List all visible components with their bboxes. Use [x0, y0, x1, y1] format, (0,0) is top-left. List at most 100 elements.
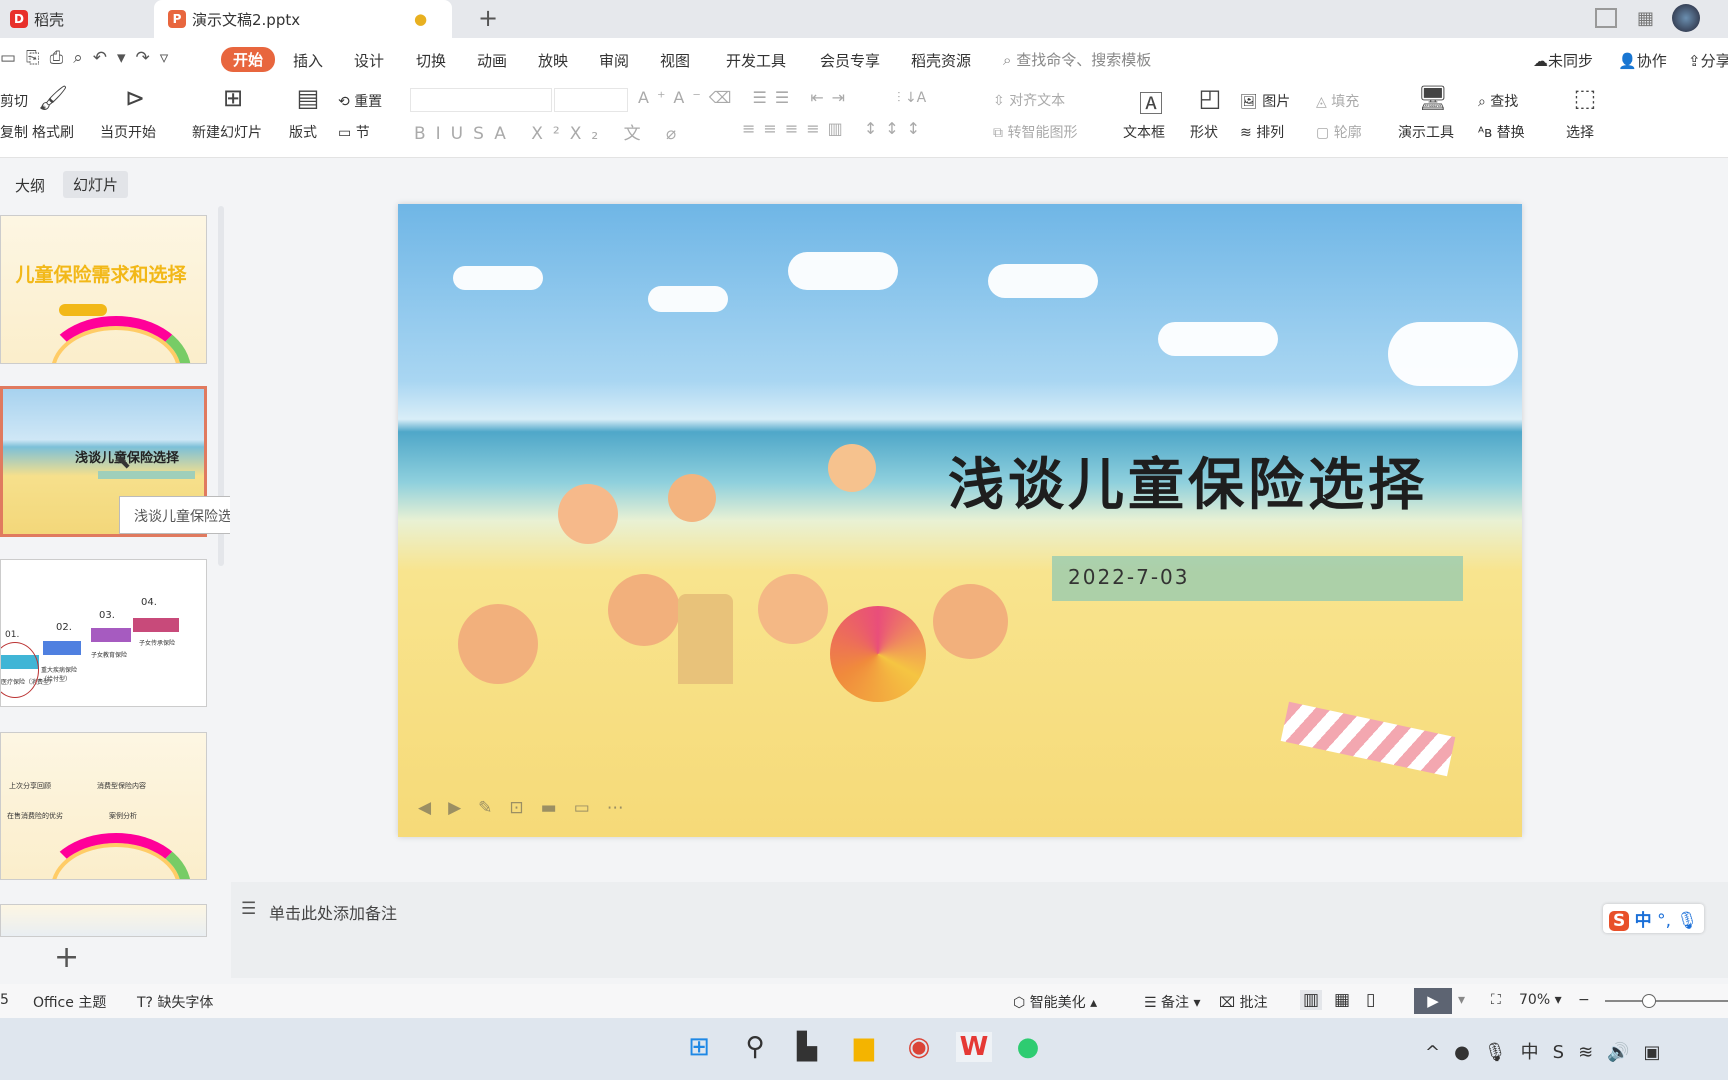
slide-thumbnail-3[interactable]: 01. 02. 03. 04. 医疗保险（消费型） 重大疾病保险（给付型） 子女…: [0, 559, 207, 707]
windows-start-icon[interactable]: ⊞: [681, 1032, 717, 1062]
find-label: 查找: [1490, 94, 1519, 110]
play-slideshow-button[interactable]: ▶: [1414, 988, 1452, 1014]
layout-button[interactable]: 版式: [289, 122, 317, 142]
slide-quick-toolbar-icons[interactable]: ◀▶✎⊡▬▭⋯: [418, 798, 641, 818]
menu-design[interactable]: 设计: [354, 50, 384, 71]
shape-button[interactable]: 形状: [1190, 122, 1218, 142]
menu-view[interactable]: 视图: [660, 50, 690, 71]
play-options-icon[interactable]: ▾: [1458, 992, 1465, 1008]
tab-outline[interactable]: 大纲: [15, 175, 45, 196]
picture-button[interactable]: 🖼 图片: [1240, 91, 1290, 111]
reading-view-icon[interactable]: ▯: [1366, 990, 1375, 1010]
wechat-icon[interactable]: ●: [1010, 1032, 1046, 1062]
zoom-slider-track[interactable]: [1605, 1000, 1728, 1002]
chrome-icon[interactable]: ◉: [901, 1032, 937, 1062]
child-illustration: [933, 584, 1008, 659]
align-text-button[interactable]: ⇳ 对齐文本: [993, 90, 1065, 110]
slide-thumbnail-5[interactable]: [0, 904, 207, 937]
thumb-label: 02.: [56, 622, 72, 633]
play-from-current-button[interactable]: 当页开始: [100, 122, 156, 142]
new-slide-icon: ⊞: [222, 84, 244, 112]
notes-pane[interactable]: ☰ 单击此处添加备注: [231, 882, 1728, 978]
slide-sorter-icon[interactable]: ▦: [1334, 990, 1350, 1010]
windows-taskbar: ⊞ ⚲ ▙ ▆ ◉ W ● ^●🎙中S≋🔊▣: [0, 1018, 1728, 1080]
current-slide-canvas[interactable]: 浅谈儿童保险选择 2022-7-03 ◀▶✎⊡▬▭⋯: [398, 204, 1522, 837]
menu-transition[interactable]: 切换: [416, 50, 446, 71]
collab-button[interactable]: 👤协作: [1618, 50, 1667, 71]
unsaved-dot-icon: ●: [414, 10, 428, 28]
sync-status-button[interactable]: ☁未同步: [1533, 50, 1593, 71]
paragraph-align-icons[interactable]: ≡≡≡≡▥ ↕↕↕: [742, 119, 928, 138]
font-size-adjust-icons[interactable]: A⁺A⁻⌫ ☰☰ ⇤⇥: [638, 88, 853, 107]
punctuation-icon: °,: [1657, 911, 1671, 931]
thumb-item: 案例分析: [109, 812, 137, 820]
cut-button[interactable]: 剪切: [0, 91, 28, 111]
menu-member[interactable]: 会员专享: [820, 50, 880, 71]
section-button[interactable]: ▭ 节: [338, 122, 370, 142]
find-button[interactable]: ⌕ 查找: [1478, 91, 1518, 111]
comment-button[interactable]: ⌧ 批注: [1219, 992, 1268, 1012]
normal-view-icon[interactable]: ▥: [1300, 990, 1323, 1010]
menu-daoke-resources[interactable]: 稻壳资源: [911, 50, 971, 71]
menu-developer[interactable]: 开发工具: [726, 50, 786, 71]
thumb-item: 上次分享回顾: [9, 782, 51, 790]
missing-font-button[interactable]: T? 缺失字体: [137, 992, 213, 1012]
font-family-select[interactable]: [410, 88, 552, 112]
file-explorer-icon[interactable]: ▆: [846, 1032, 882, 1062]
present-tools-button[interactable]: 演示工具: [1398, 122, 1454, 142]
notes-toggle-button[interactable]: ☰ 备注 ▾: [1144, 992, 1201, 1012]
menu-home[interactable]: 开始: [221, 47, 276, 72]
ime-toolbar[interactable]: S 中 °, 🎙: [1603, 904, 1704, 933]
step-block: [43, 641, 81, 655]
tab-daoke[interactable]: D 稻壳: [10, 0, 150, 38]
outline-button[interactable]: ▢ 轮廓: [1316, 122, 1362, 142]
smart-beautify-button[interactable]: ⬡ 智能美化 ▴: [1013, 992, 1097, 1012]
copy-button[interactable]: 复制: [0, 122, 28, 142]
text-format-icons[interactable]: BIUSA X²X₂ 文 ⌀: [414, 119, 686, 144]
tab-document[interactable]: P 演示文稿2.pptx ●: [154, 0, 452, 38]
play-icon: ▶: [1427, 992, 1439, 1010]
fill-button[interactable]: ◬ 填充: [1316, 91, 1359, 111]
add-slide-icon[interactable]: +: [54, 940, 79, 975]
menu-insert[interactable]: 插入: [293, 50, 323, 71]
new-slide-button[interactable]: 新建幻灯片: [192, 122, 262, 142]
zoom-slider-thumb[interactable]: [1641, 994, 1656, 1008]
menu-review[interactable]: 审阅: [599, 50, 629, 71]
system-tray-icons[interactable]: ^●🎙中S≋🔊▣: [1425, 1038, 1675, 1064]
apps-grid-icon[interactable]: ▦: [1637, 8, 1654, 29]
textbox-button[interactable]: 文本框: [1123, 122, 1165, 142]
slide-title[interactable]: 浅谈儿童保险选择: [948, 440, 1428, 521]
arrange-button[interactable]: ≋ 排列: [1240, 122, 1284, 142]
replace-button[interactable]: ᴬʙ 替换: [1478, 122, 1525, 142]
zoom-out-icon[interactable]: −: [1578, 992, 1590, 1008]
quick-access-icons[interactable]: ▭⎘⎙⌕↶▾↷▿: [0, 48, 178, 68]
fit-window-icon[interactable]: ⛶: [1491, 992, 1501, 1008]
text-direction-icons[interactable]: ⫶ ↓A: [897, 90, 926, 106]
format-painter-button[interactable]: 格式刷: [32, 122, 74, 142]
search-icon[interactable]: ⚲: [737, 1032, 773, 1062]
beautify-icon: ⬡: [1013, 995, 1030, 1011]
new-tab-icon[interactable]: +: [478, 4, 498, 32]
smartart-button[interactable]: ⧉ 转智能图形: [993, 122, 1077, 142]
select-icon: ⬚: [1573, 84, 1597, 112]
share-button[interactable]: ⇪分享: [1688, 50, 1728, 71]
play-circle-icon: ⊳: [124, 84, 146, 112]
slide-thumbnail-1[interactable]: 儿童保险需求和选择: [0, 215, 207, 364]
command-search[interactable]: ⌕ 查找命令、搜索模板: [1003, 49, 1151, 70]
slide-thumbnail-4[interactable]: 上次分享回顾 消费型保险内容 在售消费险的优劣 案例分析: [0, 732, 207, 880]
task-view-icon[interactable]: ▙: [789, 1032, 825, 1062]
menu-animation[interactable]: 动画: [477, 50, 507, 71]
font-size-select[interactable]: [554, 88, 628, 112]
missing-font-label: 缺失字体: [157, 995, 214, 1011]
slide-date-box[interactable]: 2022-7-03: [1052, 556, 1463, 601]
theme-name[interactable]: Office 主题: [33, 992, 106, 1012]
wps-office-icon[interactable]: W: [956, 1032, 992, 1062]
window-layout-icon[interactable]: [1595, 8, 1617, 28]
step-block: [133, 618, 179, 632]
avatar[interactable]: [1672, 4, 1700, 32]
select-button[interactable]: 选择: [1566, 122, 1594, 142]
reset-button[interactable]: ⟲ 重置: [338, 91, 382, 111]
menu-slideshow[interactable]: 放映: [538, 50, 568, 71]
tab-slides[interactable]: 幻灯片: [63, 171, 129, 198]
zoom-select[interactable]: 70% ▾: [1519, 992, 1562, 1008]
